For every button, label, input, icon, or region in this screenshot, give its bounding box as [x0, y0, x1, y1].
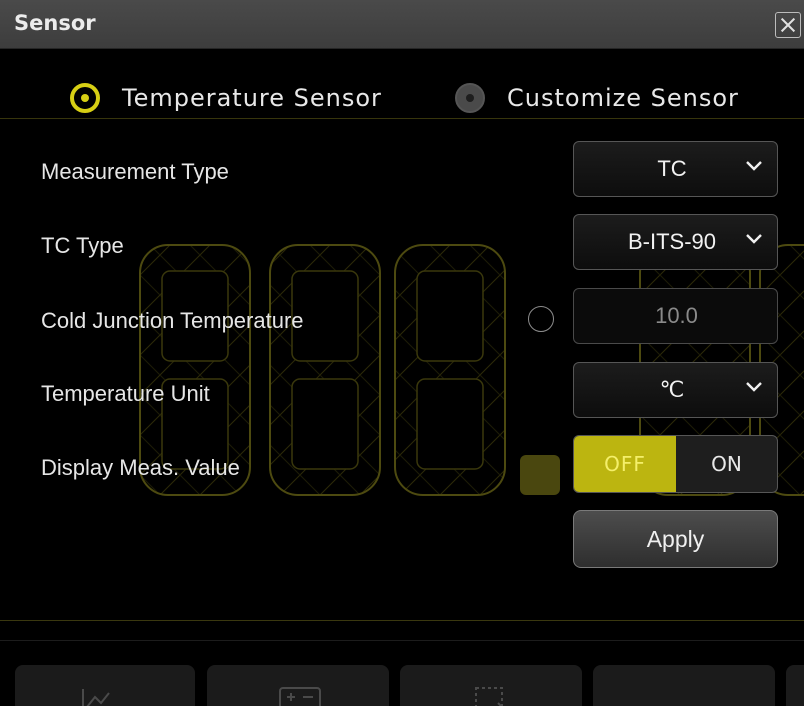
divider [0, 118, 804, 119]
toggle-on-option[interactable]: ON [676, 436, 777, 492]
radio-unselected-icon [455, 83, 485, 113]
radio-label: Temperature Sensor [122, 84, 382, 112]
dock-button-chart[interactable] [15, 665, 195, 706]
chevron-down-icon [746, 234, 762, 244]
title-bar: Sensor [0, 0, 804, 49]
close-icon[interactable] [775, 12, 801, 38]
temperature-unit-value: ℃ [659, 377, 685, 402]
temperature-unit-dropdown[interactable]: ℃ [573, 362, 778, 418]
chevron-down-icon [746, 382, 762, 392]
tc-type-dropdown[interactable]: B-ITS-90 [573, 214, 778, 270]
divider [0, 640, 804, 641]
dock-button-calculator[interactable] [207, 665, 389, 706]
cold-junction-value: 10.0 [655, 303, 698, 328]
toggle-off-option[interactable]: OFF [574, 436, 676, 492]
dock-button-select[interactable] [400, 665, 582, 706]
radio-label: Customize Sensor [507, 84, 739, 112]
chevron-down-icon [746, 161, 762, 171]
dock-button-more[interactable] [593, 665, 775, 706]
temperature-unit-label: Temperature Unit [41, 381, 210, 406]
more-icon [671, 685, 701, 706]
chart-icon [82, 689, 110, 706]
display-meas-label: Display Meas. Value [41, 455, 240, 480]
radio-selected-icon [70, 83, 100, 113]
tc-type-value: B-ITS-90 [627, 229, 717, 254]
apply-button[interactable]: Apply [573, 510, 778, 568]
sensor-dialog: Sensor Temperature Sensor Customize Sens… [0, 0, 804, 706]
measurement-type-dropdown[interactable]: TC [573, 141, 778, 197]
calculator-icon [279, 687, 321, 706]
cold-junction-label: Cold Junction Temperature [41, 308, 304, 333]
radio-temperature-sensor[interactable]: Temperature Sensor [70, 82, 410, 116]
dialog-title: Sensor [14, 11, 96, 35]
display-meas-toggle[interactable]: OFF ON [573, 435, 778, 493]
cold-junction-radio-icon[interactable] [528, 306, 554, 332]
dock-button-edge[interactable] [786, 665, 804, 706]
divider [0, 620, 804, 621]
measurement-type-label: Measurement Type [41, 159, 229, 184]
radio-customize-sensor[interactable]: Customize Sensor [455, 82, 785, 116]
tc-type-label: TC Type [41, 233, 124, 258]
cold-junction-input[interactable]: 10.0 [573, 288, 778, 344]
measurement-type-value: TC [657, 156, 687, 181]
select-icon [475, 687, 503, 706]
